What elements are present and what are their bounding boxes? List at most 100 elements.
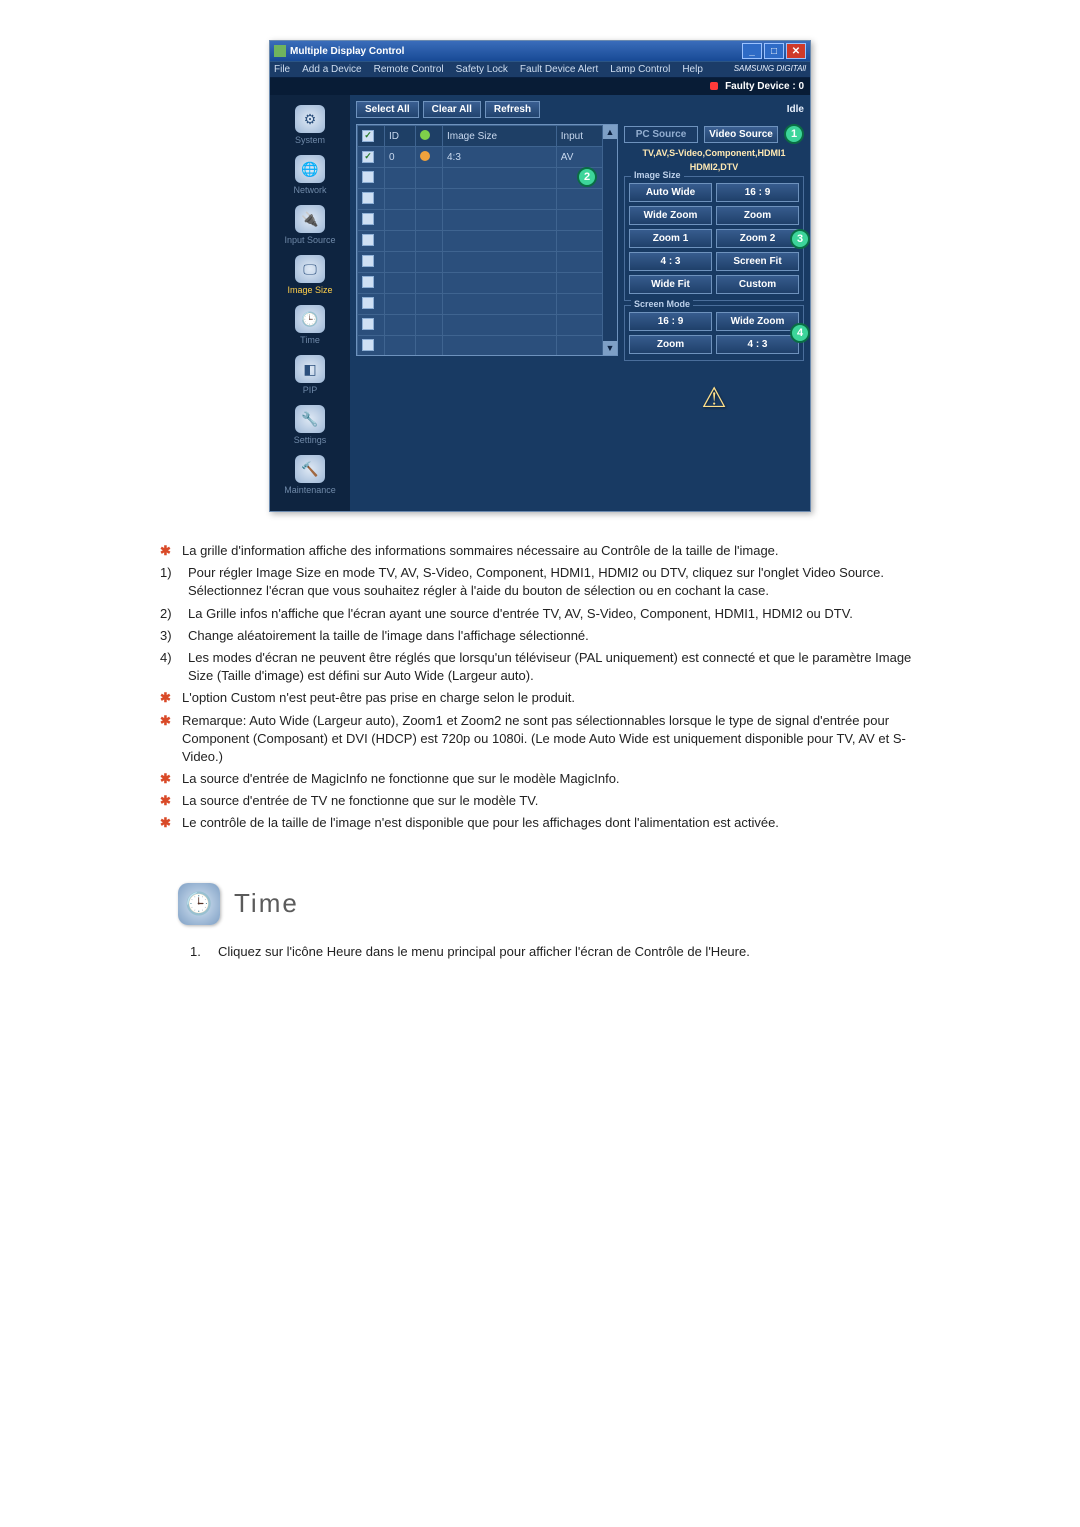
minimize-button[interactable]: _ [742, 43, 762, 59]
note-text: La source d'entrée de MagicInfo ne fonct… [182, 770, 920, 788]
table-row[interactable] [358, 273, 617, 294]
col-check[interactable] [358, 126, 385, 147]
note-text: Change aléatoirement la taille de l'imag… [188, 627, 920, 645]
tab-video-source[interactable]: Video Source [704, 126, 778, 143]
menu-safety-lock[interactable]: Safety Lock [456, 64, 508, 75]
col-id[interactable]: ID [385, 126, 416, 147]
menu-file[interactable]: File [274, 64, 290, 75]
image-size-option[interactable]: 4 : 3 [629, 252, 712, 271]
note-text: Le contrôle de la taille de l'image n'es… [182, 814, 920, 832]
select-all-button[interactable]: Select All [356, 101, 419, 118]
row-checkbox[interactable] [362, 255, 374, 267]
table-row[interactable] [358, 294, 617, 315]
image-size-option[interactable]: Wide Zoom [629, 206, 712, 225]
table-row[interactable] [358, 252, 617, 273]
star-icon: ✱ [160, 712, 174, 767]
row-checkbox[interactable] [362, 297, 374, 309]
close-button[interactable]: ✕ [786, 43, 806, 59]
refresh-button[interactable]: Refresh [485, 101, 540, 118]
menu-add-device[interactable]: Add a Device [302, 64, 361, 75]
image-size-legend: Image Size [631, 170, 684, 180]
callout-badge-3: 3 [790, 229, 810, 249]
cell-image-size [443, 273, 557, 294]
note-line: 2)La Grille infos n'affiche que l'écran … [160, 605, 920, 623]
image-size-option[interactable]: Zoom 1 [629, 229, 712, 248]
sidebar-item-label: Maintenance [284, 485, 336, 495]
maximize-button[interactable]: □ [764, 43, 784, 59]
titlebar: Multiple Display Control _ □ ✕ [270, 41, 810, 61]
note-line: ✱La source d'entrée de MagicInfo ne fonc… [160, 770, 920, 788]
table-row[interactable] [358, 210, 617, 231]
cell-id [385, 168, 416, 189]
screen-mode-option[interactable]: Wide Zoom [716, 312, 799, 331]
note-line: 4)Les modes d'écran ne peuvent être régl… [160, 649, 920, 685]
sidebar: ⚙ System 🌐 Network 🔌 Input Source 🖵 Imag… [270, 95, 350, 511]
tab-pc-source[interactable]: PC Source [624, 126, 698, 143]
app-window: Multiple Display Control _ □ ✕ File Add … [269, 40, 811, 512]
row-checkbox[interactable] [362, 339, 374, 351]
image-size-option[interactable]: Wide Fit [629, 275, 712, 294]
image-size-group: Image Size Auto Wide16 : 9Wide ZoomZoomZ… [624, 176, 804, 301]
image-size-option[interactable]: 16 : 9 [716, 183, 799, 202]
table-row[interactable]: 04:3AV [358, 147, 617, 168]
image-size-option[interactable]: Zoom 2 [716, 229, 799, 248]
window-title: Multiple Display Control [290, 46, 404, 57]
sidebar-item-image-size[interactable]: 🖵 Image Size [270, 251, 350, 301]
sidebar-item-input-source[interactable]: 🔌 Input Source [270, 201, 350, 251]
scroll-up-button[interactable]: ▲ [603, 125, 617, 139]
col-status[interactable] [416, 126, 443, 147]
table-row[interactable] [358, 189, 617, 210]
cell-id [385, 273, 416, 294]
table-row[interactable] [358, 231, 617, 252]
gear-icon: ⚙ [295, 105, 325, 133]
status-idle: Idle [787, 104, 804, 115]
sidebar-item-network[interactable]: 🌐 Network [270, 151, 350, 201]
note-line: 1)Pour régler Image Size en mode TV, AV,… [160, 564, 920, 600]
faulty-device-bar: Faulty Device : 0 [270, 78, 810, 95]
cell-image-size [443, 210, 557, 231]
menu-remote-control[interactable]: Remote Control [374, 64, 444, 75]
note-text: Pour régler Image Size en mode TV, AV, S… [188, 564, 920, 600]
col-image-size[interactable]: Image Size [443, 126, 557, 147]
sidebar-item-maintenance[interactable]: 🔨 Maintenance [270, 451, 350, 501]
image-size-option[interactable]: Screen Fit [716, 252, 799, 271]
note-line: ✱Le contrôle de la taille de l'image n'e… [160, 814, 920, 832]
row-checkbox[interactable] [362, 171, 374, 183]
screen-mode-option[interactable]: 4 : 3 [716, 335, 799, 354]
status-icon [420, 151, 430, 161]
sidebar-item-label: Input Source [284, 235, 335, 245]
wrench-icon: 🔧 [295, 405, 325, 433]
sidebar-item-system[interactable]: ⚙ System [270, 101, 350, 151]
table-row[interactable] [358, 315, 617, 336]
row-checkbox[interactable] [362, 192, 374, 204]
menu-help[interactable]: Help [682, 64, 703, 75]
row-checkbox[interactable] [362, 151, 374, 163]
clear-all-button[interactable]: Clear All [423, 101, 481, 118]
callout-badge-2: 2 [577, 167, 597, 187]
row-checkbox[interactable] [362, 276, 374, 288]
header-checkbox[interactable] [362, 130, 374, 142]
menu-fault-device-alert[interactable]: Fault Device Alert [520, 64, 598, 75]
sidebar-item-time[interactable]: 🕒 Time [270, 301, 350, 351]
note-text: Les modes d'écran ne peuvent être réglés… [188, 649, 920, 685]
screen-mode-option[interactable]: Zoom [629, 335, 712, 354]
sidebar-item-settings[interactable]: 🔧 Settings [270, 401, 350, 451]
cell-id: 0 [385, 147, 416, 168]
scroll-down-button[interactable]: ▼ [603, 341, 617, 355]
note-text: La source d'entrée de TV ne fonctionne q… [182, 792, 920, 810]
screen-mode-option[interactable]: 16 : 9 [629, 312, 712, 331]
note-number: 4) [160, 649, 180, 685]
menu-lamp-control[interactable]: Lamp Control [610, 64, 670, 75]
cell-id [385, 294, 416, 315]
table-row[interactable] [358, 336, 617, 357]
image-size-option[interactable]: Custom [716, 275, 799, 294]
row-checkbox[interactable] [362, 213, 374, 225]
image-size-option[interactable]: Zoom [716, 206, 799, 225]
row-checkbox[interactable] [362, 234, 374, 246]
time-heading: 🕒 Time [178, 883, 990, 925]
image-size-option[interactable]: Auto Wide [629, 183, 712, 202]
device-grid: ID Image Size Input 04:3AV ▲ ▼ [356, 124, 618, 356]
row-checkbox[interactable] [362, 318, 374, 330]
sidebar-item-pip[interactable]: ◧ PIP [270, 351, 350, 401]
scrollbar[interactable]: ▲ ▼ [602, 125, 617, 355]
